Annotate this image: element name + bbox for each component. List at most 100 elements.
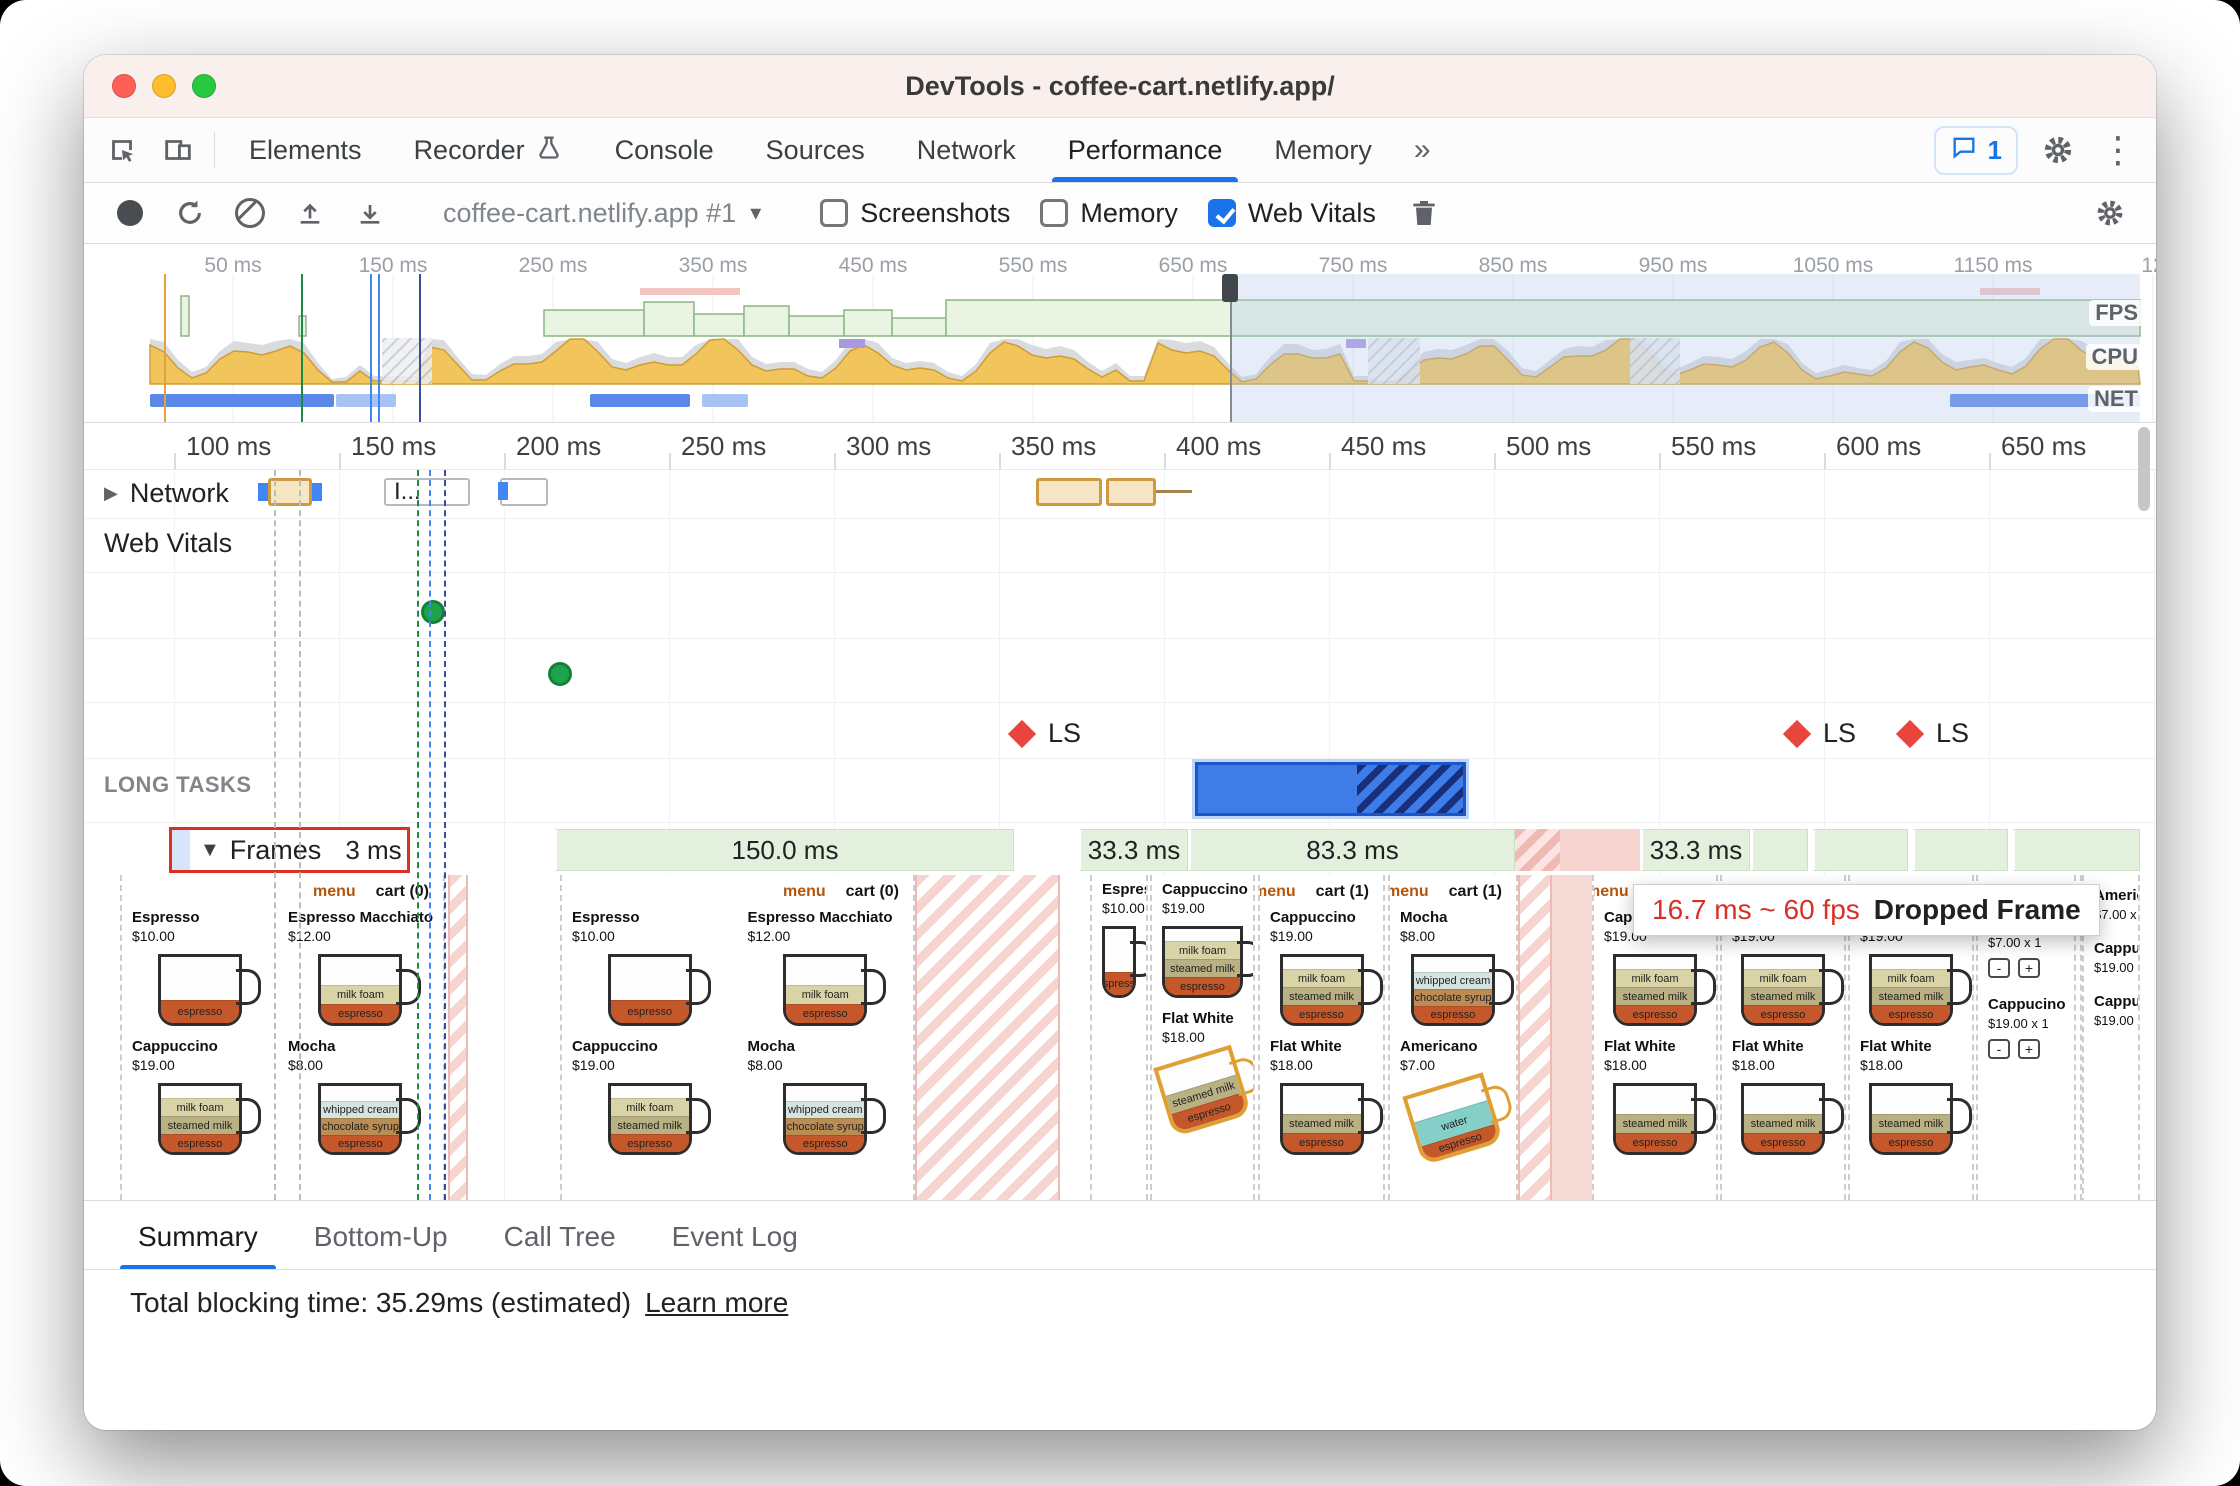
frame-segment[interactable]: 83.3 ms — [1188, 829, 1515, 871]
timeline-ruler[interactable]: 100 ms 150 ms 200 ms 250 ms 300 ms 350 ms 400 … — [84, 423, 2156, 470]
filmstrip-screenshot[interactable]: menucart (1)Cappuccino$19.00milk foamste… — [1258, 875, 1385, 1200]
titlebar[interactable]: DevTools - coffee-cart.netlify.app/ — [84, 55, 2156, 118]
coffee-cup[interactable]: milk foam steamed milk espresso — [1732, 944, 1844, 1032]
coffee-cup[interactable]: espresso — [132, 944, 268, 1032]
filmstrip-screenshot[interactable]: Espresso $10.00 espresso — [1090, 875, 1148, 1200]
frame-segment[interactable] — [1750, 829, 1808, 871]
tab-console[interactable]: Console — [589, 118, 740, 182]
devtools-settings-gear-icon[interactable] — [2030, 133, 2086, 167]
checkbox-box-web-vitals[interactable] — [1207, 199, 1236, 227]
learn-more-link[interactable]: Learn more — [645, 1287, 788, 1319]
nav-menu-link[interactable]: menu — [1390, 883, 1429, 901]
checkbox-screenshots[interactable]: Screenshots — [820, 198, 1010, 229]
layout-shift-diamond-icon[interactable] — [1007, 719, 1037, 749]
web-vitals-marker[interactable] — [421, 600, 445, 624]
checkbox-memory[interactable]: Memory — [1040, 198, 1178, 229]
frame-segment[interactable] — [1912, 829, 2008, 871]
frame-segment[interactable] — [1812, 829, 1908, 871]
coffee-cup[interactable]: milk foam steamed milk espresso — [572, 1073, 728, 1161]
timeline-tracks[interactable]: ▶ Network I... Web Vitals LS LS LS LONG … — [84, 470, 2156, 1200]
checkbox-box-screenshots[interactable] — [820, 199, 849, 227]
coffee-cup[interactable]: espresso — [572, 944, 728, 1032]
coffee-cup[interactable]: whipped cream chocolate syrup espresso — [748, 1073, 904, 1161]
filmstrip-screenshot[interactable]: Cappuccino $19.00 milk foam steamed milk esp… — [1150, 875, 1255, 1200]
bottom-tab-event-log[interactable]: Event Log — [648, 1205, 822, 1269]
coffee-cup[interactable]: milk foam steamed milk espresso — [1860, 944, 1972, 1032]
dropped-frame-segment[interactable] — [1515, 829, 1560, 871]
zoom-button[interactable] — [192, 74, 216, 98]
tab-performance[interactable]: Performance — [1042, 118, 1249, 182]
save-profile-button[interactable] — [344, 189, 396, 237]
disclosure-triangle-icon[interactable]: ▼ — [200, 839, 220, 862]
decrement-button[interactable]: - — [1988, 1039, 2010, 1059]
load-profile-button[interactable] — [284, 189, 336, 237]
tab-memory[interactable]: Memory — [1248, 118, 1398, 182]
close-button[interactable] — [112, 74, 136, 98]
layout-shift-diamond-icon[interactable] — [1895, 719, 1925, 749]
reload-and-record-button[interactable] — [164, 189, 216, 237]
coffee-cup[interactable]: milk foam steamed milk espresso — [132, 1073, 268, 1161]
bottom-tab-summary[interactable]: Summary — [114, 1205, 282, 1269]
increment-button[interactable]: + — [2018, 958, 2040, 978]
increment-button[interactable]: + — [2018, 1039, 2040, 1059]
checkbox-web-vitals[interactable]: Web Vitals — [1207, 198, 1376, 229]
frame-segment[interactable]: 150.0 ms — [554, 829, 1014, 871]
coffee-cup[interactable]: milk foam steamed milk espresso — [1604, 944, 1716, 1032]
filmstrip-screenshot[interactable]: menu cart (1) Mocha $8.00 whipped cream choco… — [1388, 875, 1518, 1200]
minimize-button[interactable] — [152, 74, 176, 98]
overview-strip[interactable]: 50 ms 150 ms 250 ms 350 ms 450 ms 550 ms 650 m… — [84, 244, 2156, 423]
selection-handle[interactable] — [312, 483, 322, 501]
frame-segment[interactable] — [2012, 829, 2140, 871]
coffee-cup[interactable]: steamed milk espresso — [1860, 1073, 1972, 1161]
nav-menu-link[interactable]: menu — [1594, 883, 1629, 901]
bottom-tab-bottom-up[interactable]: Bottom-Up — [290, 1205, 472, 1269]
device-toolbar-icon[interactable] — [150, 118, 206, 182]
nav-cart-link[interactable]: cart (1) — [1449, 883, 1502, 901]
nav-cart-link[interactable]: cart (0) — [376, 883, 429, 901]
nav-cart-link[interactable]: cart (1) — [1316, 883, 1369, 901]
coffee-cup[interactable]: espresso — [1102, 916, 1146, 1004]
nav-menu-link[interactable]: menu — [783, 883, 826, 901]
vertical-scrollbar[interactable] — [2138, 427, 2150, 511]
nav-menu-link[interactable]: menu — [1260, 883, 1296, 901]
coffee-cup[interactable]: milk foam espresso — [288, 944, 433, 1032]
bottom-tab-call-tree[interactable]: Call Tree — [480, 1205, 640, 1269]
tab-recorder[interactable]: Recorder — [388, 118, 589, 182]
coffee-cup[interactable]: water espresso — [1400, 1072, 1506, 1166]
layout-shift-diamond-icon[interactable] — [1782, 719, 1812, 749]
coffee-cup[interactable]: milk foam steamed milk espresso — [1270, 944, 1383, 1032]
tab-sources[interactable]: Sources — [740, 118, 891, 182]
network-track-header[interactable]: ▶ Network — [104, 478, 229, 509]
frame-segment[interactable]: 33.3 ms — [1640, 829, 1750, 871]
network-request-bar[interactable] — [1036, 478, 1102, 506]
selection-handle[interactable] — [258, 483, 268, 501]
trash-icon[interactable] — [1398, 189, 1450, 237]
filmstrip-screenshot[interactable]: menu cart (0) Espresso $10.00 espresso Espres… — [560, 875, 915, 1200]
more-tabs-button[interactable]: » — [1398, 118, 1447, 182]
coffee-cup[interactable]: whipped cream chocolate syrup espresso — [1400, 944, 1514, 1032]
decrement-button[interactable]: - — [1988, 958, 2010, 978]
perf-settings-gear-icon[interactable] — [2084, 189, 2136, 237]
issues-button[interactable]: 1 — [1933, 125, 2018, 175]
tab-elements[interactable]: Elements — [223, 118, 388, 182]
clear-recordings-button[interactable] — [224, 189, 276, 237]
checkbox-box-memory[interactable] — [1040, 199, 1069, 227]
coffee-cup[interactable]: steamed milk espresso — [1153, 1044, 1252, 1138]
tab-network[interactable]: Network — [891, 118, 1042, 182]
filmstrip-screenshot[interactable]: menu cart (0) Espresso $10.00 espresso Espres… — [120, 875, 445, 1200]
coffee-cup[interactable]: steamed milk espresso — [1732, 1073, 1844, 1161]
inspect-element-icon[interactable] — [94, 118, 150, 182]
long-task-bar[interactable] — [1195, 762, 1466, 816]
web-vitals-marker[interactable] — [548, 662, 572, 686]
coffee-cup[interactable]: whipped cream chocolate syrup espresso — [288, 1073, 433, 1161]
coffee-cup[interactable]: milk foam steamed milk espresso — [1162, 916, 1253, 1004]
coffee-cup[interactable]: steamed milk espresso — [1604, 1073, 1716, 1161]
profile-select[interactable]: coffee-cart.netlify.app #1 ▾ — [429, 198, 775, 229]
nav-menu-link[interactable]: menu — [313, 883, 356, 901]
nav-cart-link[interactable]: cart (0) — [846, 883, 899, 901]
kebab-menu-icon[interactable]: ⋮ — [2098, 129, 2138, 171]
frames-track-header[interactable]: ▼ Frames 3 ms — [169, 827, 410, 873]
frame-segment[interactable]: 33.3 ms — [1078, 829, 1188, 871]
coffee-cup[interactable]: milk foam espresso — [748, 944, 904, 1032]
network-request-bar[interactable] — [1106, 478, 1156, 506]
